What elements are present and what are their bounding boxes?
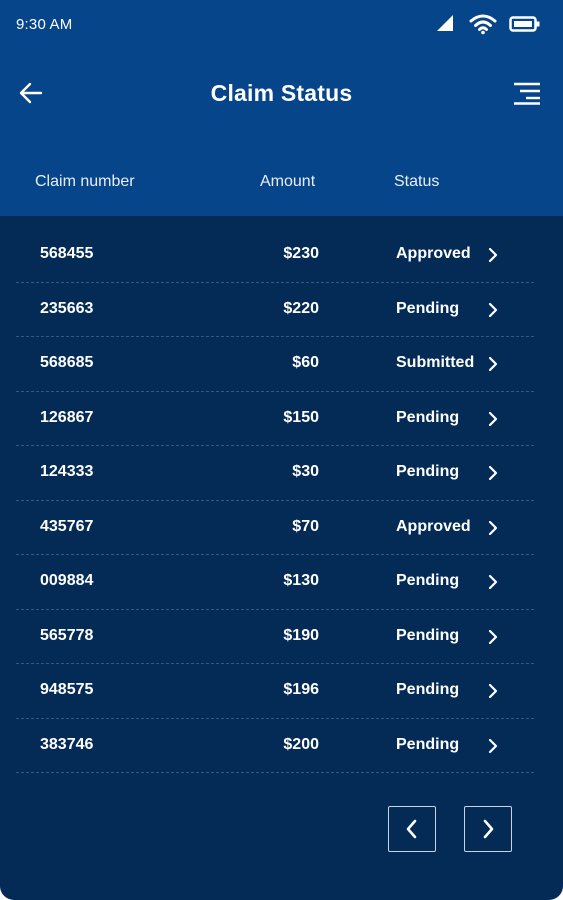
chevron-right-icon: [488, 683, 498, 699]
claim-number: 235663: [40, 299, 94, 317]
claim-status: Approved: [396, 517, 471, 535]
claim-row[interactable]: 568685 $60 Submitted: [16, 337, 534, 392]
claim-status: Pending: [396, 735, 460, 753]
claim-amount: $230: [283, 245, 319, 262]
claim-status: Pending: [396, 681, 460, 698]
chevron-right-icon: [488, 302, 498, 317]
claim-amount: $220: [283, 299, 319, 317]
claim-row[interactable]: 568455 $230 Approved: [16, 228, 534, 283]
wifi-icon: [469, 14, 497, 35]
claim-amount: $196: [283, 681, 319, 698]
claim-status: Submitted: [396, 354, 475, 371]
claim-number: 126867: [40, 408, 94, 426]
previous-page-button[interactable]: [388, 806, 436, 852]
claim-status: Pending: [396, 572, 460, 589]
claim-row[interactable]: 126867 $150 Pending: [16, 392, 534, 446]
claim-number: 568455: [40, 245, 94, 262]
chevron-right-icon: [488, 629, 498, 644]
app-screen: 9:30 AM Claim Status Claim number Amount…: [0, 0, 563, 900]
header: 9:30 AM Claim Status Claim number Amount…: [0, 0, 563, 216]
claim-amount: $150: [283, 408, 319, 426]
table-header: Claim number Amount Status: [0, 165, 563, 201]
status-bar: 9:30 AM: [0, 0, 563, 50]
header-amount: Amount: [260, 173, 316, 190]
claim-number: 435767: [40, 517, 94, 535]
claim-amount: $30: [292, 463, 319, 480]
claim-number: 948575: [40, 681, 94, 698]
claim-row[interactable]: 009884 $130 Pending: [16, 555, 534, 610]
claim-status: Pending: [396, 463, 460, 480]
chevron-right-icon: [488, 247, 498, 263]
claim-row[interactable]: 383746 $200 Pending: [16, 719, 534, 773]
claim-row[interactable]: 948575 $196 Pending: [16, 664, 534, 719]
claim-row[interactable]: 565778 $190 Pending: [16, 610, 534, 664]
menu-icon: [514, 82, 540, 105]
header-claim-number: Claim number: [35, 173, 135, 190]
claim-row[interactable]: 235663 $220 Pending: [16, 283, 534, 337]
signal-icon: [437, 15, 453, 31]
claim-status: Approved: [396, 245, 471, 262]
claim-number: 383746: [40, 735, 94, 753]
status-time: 9:30 AM: [16, 16, 73, 33]
next-page-button[interactable]: [464, 806, 512, 852]
header-status: Status: [394, 173, 440, 190]
app-bar: Claim Status: [0, 60, 563, 126]
claim-amount: $190: [283, 626, 319, 644]
claim-amount: $60: [292, 354, 319, 371]
chevron-left-icon: [406, 819, 417, 839]
claim-amount: $130: [283, 572, 319, 589]
claim-row[interactable]: 124333 $30 Pending: [16, 446, 534, 501]
claim-number: 565778: [40, 626, 94, 644]
chevron-right-icon: [488, 411, 498, 426]
claim-row[interactable]: 435767 $70 Approved: [16, 501, 534, 555]
chevron-right-icon: [488, 356, 498, 372]
battery-icon: [509, 16, 540, 32]
claim-status: Pending: [396, 626, 460, 644]
claims-list: 568455 $230 Approved 235663 $220 Pending…: [16, 228, 534, 773]
chevron-right-icon: [488, 738, 498, 753]
claim-amount: $200: [283, 735, 319, 753]
claim-status: Pending: [396, 299, 460, 317]
claim-number: 124333: [40, 463, 94, 480]
chevron-right-icon: [488, 520, 498, 535]
claim-number: 009884: [40, 572, 94, 589]
chevron-right-icon: [483, 819, 494, 839]
chevron-right-icon: [488, 465, 498, 481]
chevron-right-icon: [488, 574, 498, 590]
claim-amount: $70: [292, 517, 319, 535]
page-title: Claim Status: [210, 80, 353, 106]
claim-number: 568685: [40, 354, 94, 371]
menu-button[interactable]: [508, 76, 546, 110]
claim-status: Pending: [396, 408, 460, 426]
